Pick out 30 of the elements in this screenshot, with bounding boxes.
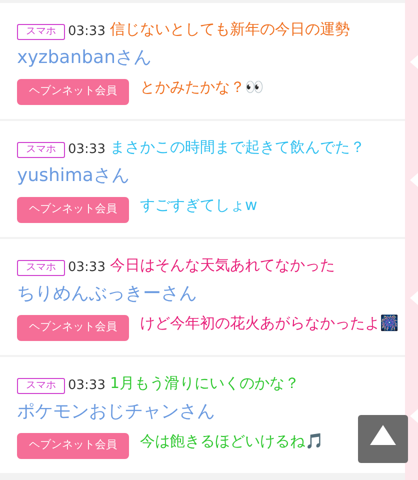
arrow-icon	[410, 409, 418, 423]
caption-text: とかみたかな？👀	[140, 77, 264, 97]
scroll-top-button[interactable]	[358, 415, 408, 463]
caption-text: 今日はそんな天気あれてなかった	[110, 255, 335, 275]
user-name[interactable]: xyzbanbanさん	[17, 46, 388, 70]
arrow-icon	[410, 55, 418, 69]
device-badge: スマホ	[17, 378, 65, 394]
caption-text: まさかこの時間まで起きて飲んでた？	[110, 137, 365, 157]
post-time: 03:33	[68, 23, 106, 41]
arrow-icon	[410, 291, 418, 305]
post-time: 03:33	[68, 141, 106, 159]
user-name[interactable]: ポケモンおじチャンさん	[17, 400, 388, 424]
arrow-icon	[410, 173, 418, 187]
post-time: 03:33	[68, 259, 106, 277]
caption-text: すごすぎてしょw	[140, 195, 258, 215]
device-badge: スマホ	[17, 260, 65, 276]
device-badge: スマホ	[17, 24, 65, 40]
device-badge: スマホ	[17, 142, 65, 158]
member-button[interactable]: ヘブンネット会員	[17, 314, 129, 340]
user-name[interactable]: yushimaさん	[17, 164, 388, 188]
caption-text: けど今年初の花火あがらなかったよ🎆	[140, 313, 399, 333]
caption-text: 1月もう滑りにいくのかな？	[110, 373, 300, 393]
member-button[interactable]: ヘブンネット会員	[17, 196, 129, 222]
member-button[interactable]: ヘブンネット会員	[17, 432, 129, 458]
post-time: 03:33	[68, 377, 106, 395]
triangle-up-icon	[370, 425, 396, 445]
caption-text: 今は飽きるほどいけるね🎵	[140, 431, 324, 451]
caption-text: 信じないとしても新年の今日の運勢	[110, 19, 350, 39]
member-button[interactable]: ヘブンネット会員	[17, 78, 129, 104]
user-name[interactable]: ちりめんぶっきーさん	[17, 282, 388, 306]
